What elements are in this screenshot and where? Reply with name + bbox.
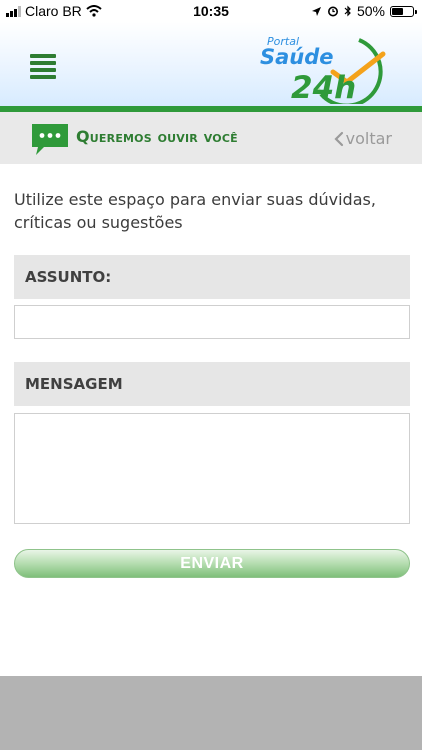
- chat-bubble-icon: [32, 124, 68, 155]
- send-button[interactable]: ENVIAR: [14, 549, 410, 578]
- intro-text: Utilize este espaço para enviar suas dúv…: [14, 190, 376, 232]
- chevron-left-icon: [334, 131, 343, 146]
- subject-input[interactable]: [14, 305, 410, 339]
- menu-icon[interactable]: [30, 54, 56, 79]
- app-header: Portal Saúde 24h: [0, 22, 422, 106]
- footer-bar: [0, 676, 422, 750]
- alarm-icon: [327, 6, 338, 17]
- back-label: voltar: [345, 129, 392, 148]
- section-title-bar: Queremos ouvir você voltar: [0, 112, 422, 164]
- status-bar: Claro BR 10:35 50%: [0, 0, 422, 22]
- page-title: Queremos ouvir você: [76, 127, 238, 146]
- back-button[interactable]: voltar: [334, 129, 392, 148]
- status-right: 50%: [311, 3, 417, 19]
- message-label: MENSAGEM: [14, 362, 410, 406]
- portal-saude-24h-logo: Portal Saúde 24h: [260, 35, 386, 104]
- location-arrow-icon: [311, 6, 321, 16]
- battery-percent: 50%: [356, 3, 385, 19]
- subject-label: ASSUNTO:: [14, 255, 410, 299]
- svg-text:24h: 24h: [291, 70, 356, 104]
- message-textarea[interactable]: [14, 413, 410, 524]
- battery-icon: [390, 5, 417, 17]
- bluetooth-icon: [344, 5, 351, 17]
- svg-text:Saúde: Saúde: [260, 45, 334, 69]
